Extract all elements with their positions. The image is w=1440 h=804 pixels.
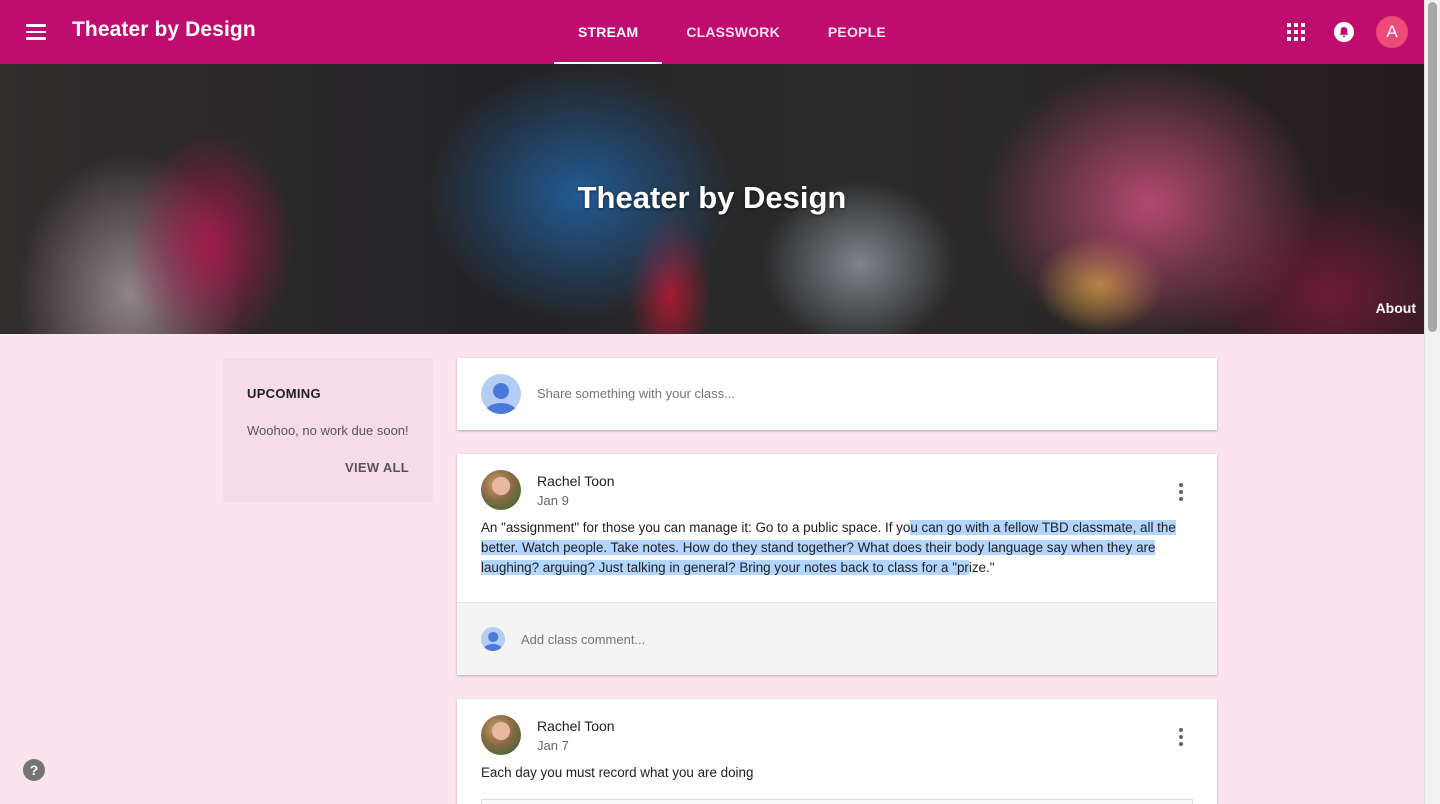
tab-classwork[interactable]: CLASSWORK [662, 0, 804, 64]
upcoming-title: UPCOMING [247, 386, 321, 401]
apps-icon[interactable] [1272, 8, 1320, 56]
avatar-letter: A [1376, 16, 1408, 48]
comment-input[interactable] [521, 632, 1121, 647]
post-text: An "assignment" for those you can manage… [481, 520, 911, 535]
share-card[interactable] [457, 358, 1217, 430]
author-avatar [481, 470, 521, 510]
post-date: Jan 7 [537, 738, 569, 753]
banner-title: Theater by Design [577, 180, 847, 215]
post-author: Rachel Toon [537, 473, 615, 489]
post-author: Rachel Toon [537, 718, 615, 734]
view-all-button[interactable]: VIEW ALL [345, 460, 409, 475]
about-link[interactable]: About [1376, 300, 1416, 316]
tab-people[interactable]: PEOPLE [804, 0, 910, 64]
class-title[interactable]: Theater by Design [72, 18, 256, 42]
scrollbar[interactable] [1424, 0, 1440, 804]
post-body: An "assignment" for those you can manage… [481, 518, 1193, 578]
upcoming-message: Woohoo, no work due soon! [247, 423, 409, 438]
upcoming-panel: UPCOMING Woohoo, no work due soon! VIEW … [223, 358, 433, 502]
scrollbar-thumb[interactable] [1428, 2, 1437, 332]
help-icon[interactable]: ? [23, 759, 45, 781]
user-avatar-icon [481, 627, 505, 651]
tab-stream[interactable]: STREAM [554, 0, 663, 64]
post-body: Each day you must record what you are do… [481, 765, 754, 780]
notifications-icon[interactable] [1320, 8, 1368, 56]
class-banner: Theater by Design About [0, 64, 1424, 334]
author-avatar [481, 715, 521, 755]
menu-icon[interactable] [20, 16, 52, 48]
comment-bar [457, 602, 1217, 675]
more-options-icon[interactable] [1169, 725, 1193, 749]
post-text-end: ize." [968, 560, 995, 575]
user-avatar-icon [481, 374, 521, 414]
more-options-icon[interactable] [1169, 480, 1193, 504]
top-right-actions: A [1272, 0, 1416, 64]
post-date: Jan 9 [537, 493, 569, 508]
stream-post: Rachel Toon Jan 7 Each day you must reco… [457, 699, 1217, 804]
attachment-preview[interactable] [481, 799, 1193, 804]
nav-tabs: STREAM CLASSWORK PEOPLE [554, 0, 910, 64]
top-app-bar: Theater by Design STREAM CLASSWORK PEOPL… [0, 0, 1424, 64]
stream-post: Rachel Toon Jan 9 An "assignment" for th… [457, 454, 1217, 675]
share-input[interactable] [537, 386, 1137, 401]
account-avatar[interactable]: A [1368, 8, 1416, 56]
